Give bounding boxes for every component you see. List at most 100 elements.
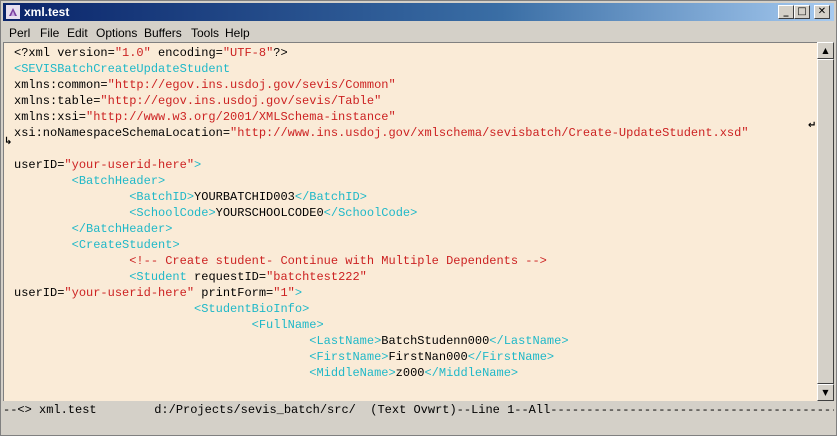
menu-help[interactable]: Help [225,26,250,40]
tag-name: SchoolCode [338,206,411,220]
attribute-value: "your-userid-here" [64,158,195,172]
code-text: YOURBATCHID003 [194,190,295,204]
menu-perl[interactable]: Perl [9,26,30,40]
line-wrap-right-icon: ↵ [808,120,817,131]
code-line[interactable]: xmlns:common="http://egov.ins.usdoj.gov/… [14,77,396,93]
attribute-value: "http://egov.ins.usdoj.gov/sevis/Table" [100,94,382,108]
code-line[interactable]: <CreateStudent> [14,237,180,253]
scroll-down-icon[interactable]: ▼ [817,384,834,401]
tag-bracket: < [71,238,79,252]
tag-bracket: </ [467,350,483,364]
code-line[interactable]: <?xml version="1.0" encoding="UTF-8"?> [14,45,288,61]
tag-bracket: > [208,206,216,220]
code-text: printForm= [194,286,274,300]
attribute-value: "1" [273,286,295,300]
tag-name: LastName [316,334,375,348]
emacs-app-icon [6,5,20,19]
attribute-value: "http://www.ins.usdoj.gov/xmlschema/sevi… [230,126,749,140]
code-text: FirstNan000 [388,350,468,364]
text-editor-buffer[interactable]: ↵ ↳ <?xml version="1.0" encoding="UTF-8"… [3,42,817,402]
tag-bracket: > [158,174,166,188]
attribute-value: "batchtest222" [266,270,367,284]
tag-bracket: < [71,174,79,188]
menu-tools[interactable]: Tools [191,26,219,40]
emacs-window: xml.test _ □ ✕ Perl File Edit Options Bu… [0,0,837,436]
tag-name: BatchHeader [78,174,159,188]
window-title: xml.test [24,5,70,19]
attribute-value: "UTF-8" [222,46,274,60]
tag-bracket: </ [424,366,439,380]
tag-bracket: > [561,334,569,348]
close-button[interactable]: ✕ [814,5,830,19]
menu-options[interactable]: Options [96,26,137,40]
code-line[interactable]: <StudentBioInfo> [14,301,309,317]
attribute-value: "your-userid-here" [64,286,195,300]
attribute-value: "1.0" [114,46,151,60]
code-line[interactable]: <LastName>BatchStudenn000</LastName> [14,333,569,349]
code-line[interactable]: <Student requestID="batchtest222" [14,269,367,285]
tag-bracket: > [194,158,202,172]
tag-bracket: > [410,206,418,220]
tag-bracket: > [359,190,367,204]
minibuffer[interactable] [3,419,834,434]
line-wrap-left-icon: ↳ [4,136,13,147]
code-line[interactable]: <FullName> [14,317,324,333]
tag-name: MiddleName [438,366,511,380]
tag-bracket: </ [323,206,339,220]
minimize-button[interactable]: _ [778,5,794,19]
code-line[interactable]: <!-- Create student- Continue with Multi… [14,253,547,269]
code-line[interactable]: userID="your-userid-here"> [14,157,201,173]
code-line[interactable]: xsi:noNamespaceSchemaLocation="http://ww… [14,125,749,141]
scroll-up-icon[interactable]: ▲ [817,42,834,59]
tag-name: BatchID [309,190,360,204]
code-line[interactable]: userID="your-userid-here" printForm="1"> [14,285,302,301]
menu-edit[interactable]: Edit [67,26,88,40]
code-text: encoding= [150,46,223,60]
code-text: userID= [14,286,65,300]
tag-bracket: < [251,318,259,332]
attribute-value: "http://egov.ins.usdoj.gov/sevis/Common" [107,78,396,92]
code-line[interactable]: <MiddleName>z000</MiddleName> [14,365,518,381]
tag-name: LastName [503,334,562,348]
tag-bracket: </ [294,190,310,204]
tag-bracket: > [316,318,324,332]
tag-name: FullName [258,318,317,332]
tag-name: BatchHeader [86,222,166,236]
tag-name: Student [136,270,187,284]
code-line[interactable]: xmlns:table="http://egov.ins.usdoj.gov/s… [14,93,381,109]
code-line[interactable]: </BatchHeader> [14,221,173,237]
tag-bracket: > [172,238,180,252]
code-line[interactable]: xmlns:xsi="http://www.w3.org/2001/XMLSch… [14,109,396,125]
code-line[interactable]: <SEVISBatchCreateUpdateStudent [14,61,230,77]
code-text: xsi:noNamespaceSchemaLocation= [14,126,231,140]
xml-declaration: <?xml version= [14,46,115,60]
code-line[interactable]: <FirstName>FirstNan000</FirstName> [14,349,554,365]
menu-file[interactable]: File [40,26,59,40]
code-text: z000 [395,366,425,380]
tag-name: FirstName [482,350,547,364]
code-line[interactable]: <BatchHeader> [14,173,166,189]
tag-name: StudentBioInfo [201,302,303,316]
code-text: YOURSCHOOLCODE0 [215,206,324,220]
tag-bracket: > [510,366,519,380]
menu-buffers[interactable]: Buffers [144,26,182,40]
code-line[interactable]: <BatchID>YOURBATCHID003</BatchID> [14,189,367,205]
maximize-button[interactable]: □ [794,5,810,19]
code-line[interactable]: <SchoolCode>YOURSCHOOLCODE0</SchoolCode> [14,205,417,221]
menu-bar: Perl File Edit Options Buffers Tools Hel… [3,22,834,42]
comment: <!-- Create student- Continue with Multi… [129,254,547,268]
tag-name: MiddleName [316,366,389,380]
vertical-scrollbar[interactable]: ▲ ▼ [817,42,834,401]
tag-name: BatchID [136,190,187,204]
scrollbar-thumb[interactable] [817,59,834,384]
code-text: requestID= [186,270,267,284]
title-bar[interactable]: xml.test _ □ ✕ [3,3,834,21]
